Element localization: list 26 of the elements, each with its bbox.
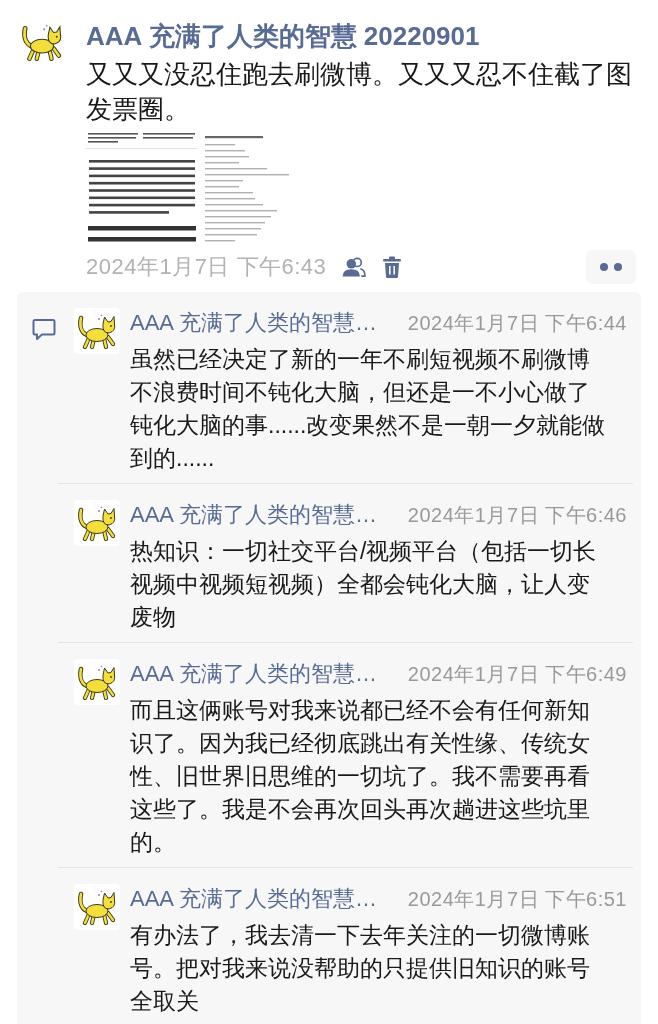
dots-icon bbox=[600, 263, 622, 271]
trash-icon[interactable] bbox=[382, 256, 403, 278]
cat-icon[interactable] bbox=[74, 308, 120, 354]
cat-icon[interactable] bbox=[22, 23, 62, 61]
commenter-name[interactable]: AAA 充满了人类的智慧… bbox=[130, 659, 377, 689]
author-name[interactable]: AAA 充满了人类的智慧 20220901 bbox=[86, 19, 480, 53]
comment-text: 有办法了，我去清一下去年关注的一切微博账号。把对我来说没帮助的只提供旧知识的账号全取关 bbox=[130, 921, 591, 1016]
text-screenshot-drawing[interactable] bbox=[86, 130, 198, 245]
comment-time: 2024年1月7日 下午6:46 bbox=[407, 503, 627, 528]
comment-time: 2024年1月7日 下午6:44 bbox=[407, 311, 627, 336]
commenter-name[interactable]: AAA 充满了人类的智慧… bbox=[130, 500, 377, 530]
comment-time: 2024年1月7日 下午6:49 bbox=[407, 662, 627, 687]
comment-text: 热知识：一切社交平台/视频平台（包括一切长视频中视频短视频）全都会钝化大脑，让人变废物 bbox=[130, 537, 598, 632]
post-time: 2024年1月7日 下午6:43 bbox=[86, 253, 327, 281]
commenter-name[interactable]: AAA 充满了人类的智慧… bbox=[130, 308, 377, 338]
people-icon[interactable] bbox=[342, 257, 367, 277]
cat-icon[interactable] bbox=[74, 500, 120, 546]
commenter-name[interactable]: AAA 充满了人类的智慧… bbox=[130, 884, 377, 914]
more-button[interactable] bbox=[586, 250, 636, 284]
comment-time: 2024年1月7日 下午6:51 bbox=[407, 887, 627, 912]
cat-icon[interactable] bbox=[74, 884, 120, 930]
comment-text: 而且这俩账号对我来说都已经不会有任何新知识了。因为我已经彻底跳出有关性缘、传统女性、旧世界旧思维的一切坑了。我不需要再看这些了。我是不会再次回头再次趟进这些坑里的。 bbox=[130, 696, 591, 857]
post-text: 又又又没忍住跑去刷微博。又又又忍不住截了图发票圈。 bbox=[86, 58, 633, 126]
comment-icon bbox=[32, 318, 56, 341]
comment-text: 虽然已经决定了新的一年不刷短视频不刷微博不浪费时间不钝化大脑，但还是一不小心做了钝化大脑的事......改变果然不是一朝一夕就能做到的...... bbox=[130, 345, 607, 473]
cat-icon[interactable] bbox=[74, 659, 120, 705]
